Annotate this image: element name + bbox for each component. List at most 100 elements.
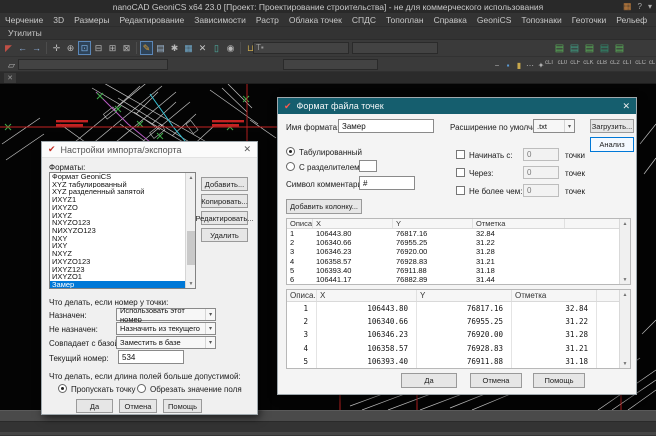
toolbar-separator[interactable] <box>136 42 137 54</box>
scroll-down-icon[interactable]: ▼ <box>620 275 630 284</box>
table-row[interactable]: 3106346.23 76920.0031.28 <box>287 328 630 341</box>
table-row[interactable]: 1106443.80 76817.1632.84 <box>287 229 630 238</box>
dimension-style-combobox[interactable] <box>352 42 438 54</box>
zoom-dynamic-icon[interactable]: ⊟ <box>92 41 105 55</box>
not-assigned-select[interactable]: Назначить из текущего▾ <box>116 322 216 335</box>
comment-symbol-input[interactable]: # <box>359 176 415 190</box>
copy-format-button[interactable]: Копировать... <box>201 194 248 208</box>
step-checkbox[interactable] <box>456 168 465 177</box>
menu-item[interactable]: 3D <box>48 15 69 25</box>
analyze-button[interactable]: Анализ <box>590 137 634 152</box>
layer-button[interactable]: cLГ <box>545 60 555 66</box>
minus-icon[interactable]: − <box>492 58 502 72</box>
start-with-checkbox[interactable] <box>456 150 465 159</box>
chevron-down-icon[interactable]: ▾ <box>648 2 652 11</box>
scroll-down-icon[interactable]: ▼ <box>620 359 630 368</box>
ellipsis-icon[interactable]: ⋯ <box>525 58 535 72</box>
layer-button[interactable]: cLK <box>583 60 593 66</box>
format-list-item[interactable]: ИXYZO1 <box>50 273 185 281</box>
color-swatch-icon[interactable]: ▪ <box>503 58 513 72</box>
add-format-button[interactable]: Добавить... <box>201 177 248 191</box>
close-icon[interactable]: ✕ <box>622 101 630 112</box>
cancel-button[interactable]: Отмена <box>470 373 522 388</box>
color-combobox[interactable] <box>283 59 378 70</box>
format-list-item[interactable]: ИXYZO <box>50 204 185 212</box>
scroll-down-icon[interactable]: ▼ <box>186 279 196 288</box>
format-list-item[interactable]: NИXYZO123 <box>50 227 185 235</box>
delete-format-button[interactable]: Удалить <box>201 228 248 242</box>
menu-item[interactable]: Топоплан <box>381 15 429 25</box>
assigned-select[interactable]: Использовать этот номер▾ <box>116 308 216 321</box>
dialog-title-bar[interactable]: ✔ Формат файла точек ✕ <box>278 98 636 114</box>
edit-format-button[interactable]: Редактировать... <box>201 211 248 225</box>
toolbar-separator[interactable] <box>46 42 47 54</box>
dialog-title-bar[interactable]: ✔ Настройки импорта/экспорта ✕ <box>42 142 257 158</box>
help-button[interactable]: Помощь <box>533 373 585 388</box>
tabulated-radio[interactable] <box>286 147 295 156</box>
menu-item[interactable]: СПДС <box>347 15 381 25</box>
format-name-input[interactable]: Замер <box>338 119 434 133</box>
nanocad-logo-icon[interactable]: ◤ <box>2 41 15 55</box>
new-drawing-icon[interactable]: ▤ <box>553 41 566 55</box>
menu-item[interactable]: Зависимости <box>189 15 251 25</box>
notebook-icon[interactable]: ▯ <box>210 41 223 55</box>
table-scrollbar[interactable]: ▲ ▼ <box>619 290 630 368</box>
menu-item[interactable]: Редактирование <box>114 15 189 25</box>
format-list-item[interactable]: ИXYZO123 <box>50 258 185 266</box>
format-list-item[interactable]: NXYZ <box>50 250 185 258</box>
import-points-icon[interactable]: ▤ <box>598 41 611 55</box>
format-list-item[interactable]: XYZ табулированный <box>50 181 185 189</box>
globe-icon[interactable]: ◉ <box>224 41 237 55</box>
format-list-item[interactable]: ИXY <box>50 242 185 250</box>
menu-item[interactable]: Растр <box>251 15 284 25</box>
listbox-scrollbar[interactable]: ▲ ▼ <box>185 173 195 288</box>
add-column-button[interactable]: Добавить колонку... <box>286 199 362 214</box>
layer-button[interactable]: cL2 <box>610 60 620 66</box>
menu-item[interactable]: Топознаки <box>516 15 566 25</box>
ok-button[interactable]: Да <box>76 399 113 413</box>
table-row[interactable]: 6106441.17 76882.8931.44 <box>287 275 630 284</box>
chevron-down-icon[interactable]: ▾ <box>564 120 574 132</box>
text-style-combobox[interactable]: T▪ <box>253 42 349 54</box>
trim-value-radio[interactable] <box>137 384 146 393</box>
menu-item-utilities[interactable]: Утилиты <box>0 28 50 38</box>
format-list-item[interactable]: NXYZO123 <box>50 219 185 227</box>
format-list-item[interactable]: XYZ разделенный запятой <box>50 188 185 196</box>
tools-icon[interactable]: ✕ <box>196 41 209 55</box>
scroll-up-icon[interactable]: ▲ <box>620 290 630 299</box>
pan-icon[interactable]: ✛ <box>50 41 63 55</box>
open-drawing-icon[interactable]: ▤ <box>568 41 581 55</box>
delimited-radio[interactable] <box>286 162 295 171</box>
redo-arrow-icon[interactable]: → <box>30 41 43 55</box>
format-list-item[interactable]: ИXYZ1 <box>50 196 185 204</box>
format-list-item[interactable]: Замер <box>50 281 185 289</box>
search-settings-icon[interactable]: ✱ <box>168 41 181 55</box>
formats-listbox[interactable]: Формат GeoniCSXYZ табулированныйXYZ разд… <box>49 172 196 289</box>
menu-item[interactable]: Облака точек <box>284 15 347 25</box>
zoom-realtime-icon[interactable]: ⊕ <box>64 41 77 55</box>
menu-item[interactable]: Черчение <box>0 15 48 25</box>
table-row[interactable]: 3106346.23 76920.0031.28 <box>287 247 630 256</box>
toolbar-separator[interactable] <box>240 42 241 54</box>
layer-button[interactable]: cL0 <box>558 60 568 66</box>
load-button[interactable]: Загрузить... <box>590 119 634 133</box>
scrollbar-thumb[interactable] <box>187 231 195 265</box>
max-count-input[interactable]: 0 <box>523 184 559 197</box>
menu-item[interactable]: Горизонтальная <box>652 15 656 25</box>
parsed-points-table[interactable]: Описа... X Y Отметка 1106443.80 76817.16… <box>286 289 631 369</box>
chevron-down-icon[interactable]: ▾ <box>205 337 215 348</box>
help-button[interactable]: Помощь <box>163 399 202 413</box>
current-number-input[interactable]: 534 <box>118 350 184 364</box>
start-with-input[interactable]: 0 <box>523 148 559 161</box>
table-row[interactable]: 5106393.40 76911.8831.18 <box>287 266 630 275</box>
layer-state-icon[interactable]: ▱ <box>5 58 18 72</box>
menu-item[interactable]: Рельеф <box>611 15 652 25</box>
format-list-item[interactable]: ИXYZ123 <box>50 266 185 274</box>
table-row[interactable]: 2106340.66 76955.2531.22 <box>287 238 630 247</box>
skip-point-radio[interactable] <box>58 384 67 393</box>
layer-button[interactable]: cLT <box>623 60 633 66</box>
zoom-extents-icon[interactable]: ⊠ <box>120 41 133 55</box>
table-row[interactable]: 2106340.66 76955.2531.22 <box>287 315 630 328</box>
layout-grid-icon[interactable]: ▦ <box>623 1 632 12</box>
help-icon[interactable]: ? <box>638 2 642 11</box>
